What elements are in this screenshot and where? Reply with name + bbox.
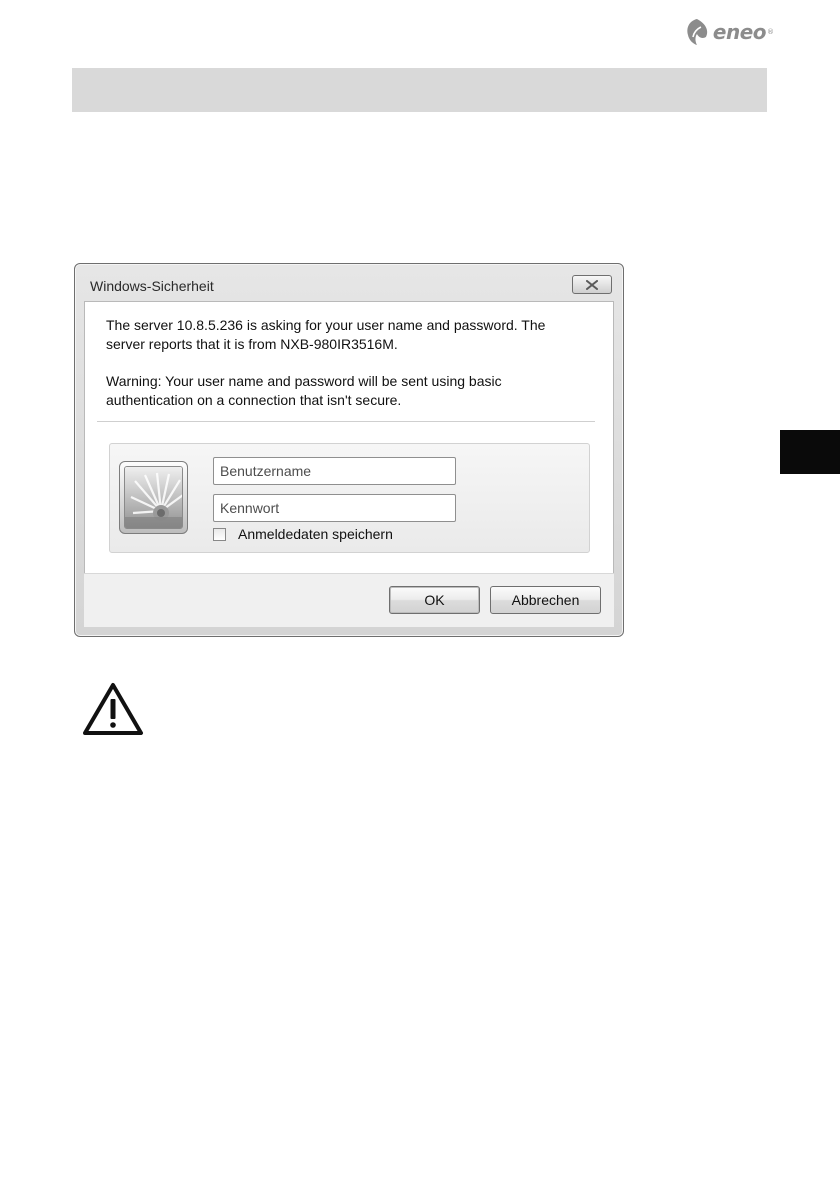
security-warning-message: Warning: Your user name and password wil…	[106, 372, 586, 410]
warning-triangle-icon	[81, 681, 145, 737]
password-input[interactable]	[213, 494, 456, 522]
server-message: The server 10.8.5.236 is asking for your…	[106, 316, 586, 354]
remember-credentials-label[interactable]: Anmeldedaten speichern	[238, 526, 393, 542]
eneo-leaf-icon	[687, 19, 708, 45]
close-button[interactable]	[572, 275, 612, 294]
remember-credentials-row[interactable]: Anmeldedaten speichern	[213, 526, 393, 542]
server-message-text: The server 10.8.5.236 is asking for your…	[106, 317, 546, 352]
windows-security-dialog: Windows-Sicherheit The server 10.8.5.236…	[74, 263, 624, 637]
cancel-button[interactable]: Abbrechen	[490, 586, 601, 614]
credential-panel: Anmeldedaten speichern	[109, 443, 590, 553]
registered-mark: ®	[767, 28, 774, 36]
brand-name: eneo	[712, 20, 767, 44]
close-x-icon	[586, 279, 598, 290]
ok-button[interactable]: OK	[389, 586, 480, 614]
dialog-title: Windows-Sicherheit	[90, 278, 214, 294]
flower-avatar-icon	[125, 467, 182, 528]
user-tile[interactable]	[119, 461, 188, 534]
user-account-picture	[124, 466, 183, 529]
dialog-footer: OK Abbrechen	[84, 573, 614, 627]
remember-credentials-checkbox[interactable]	[213, 527, 226, 541]
chapter-side-tab	[780, 430, 840, 474]
security-warning-text: Warning: Your user name and password wil…	[106, 373, 502, 408]
separator	[97, 421, 595, 422]
section-header-band	[72, 68, 767, 112]
brand-logo: eneo ®	[684, 14, 774, 50]
username-input[interactable]	[213, 457, 456, 485]
